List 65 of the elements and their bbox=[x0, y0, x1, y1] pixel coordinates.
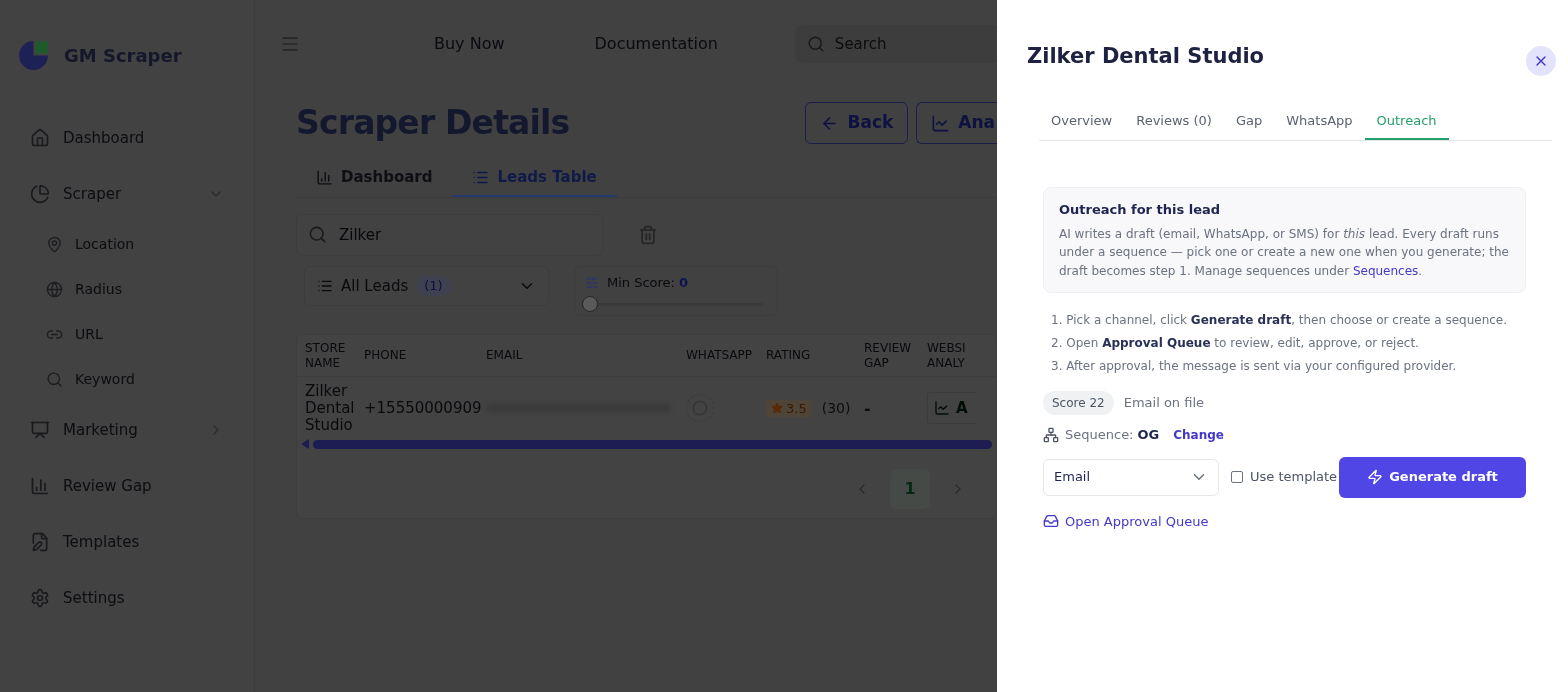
trash-icon[interactable] bbox=[638, 225, 658, 245]
page-button[interactable]: 1 bbox=[890, 469, 930, 509]
home-icon bbox=[30, 128, 50, 148]
step-text: 1. Pick a channel, click Generate draft, then choose or create a sequence. bbox=[1051, 312, 1509, 329]
column-header: REVIEW GAP bbox=[864, 340, 913, 371]
horizontal-scrollbar[interactable] bbox=[313, 439, 992, 449]
location-pin-icon bbox=[46, 236, 63, 253]
drawer-tab[interactable]: WhatsApp bbox=[1274, 104, 1365, 140]
menu-icon[interactable] bbox=[280, 34, 300, 54]
template-label: Use template bbox=[1250, 468, 1338, 487]
scroll-left-icon[interactable] bbox=[301, 439, 309, 449]
list-icon bbox=[472, 169, 490, 186]
drawer-title: Zilker Dental Studio bbox=[1027, 43, 1265, 71]
table-cell-text: +15550000909 bbox=[364, 399, 483, 417]
drawer-tab[interactable]: Gap bbox=[1223, 104, 1275, 140]
drawer-tab[interactable]: Outreach bbox=[1364, 104, 1449, 140]
bar-chart-icon bbox=[316, 169, 333, 186]
drawer-tab[interactable]: Overview bbox=[1039, 104, 1125, 140]
logo-icon bbox=[17, 38, 50, 72]
star-icon bbox=[771, 402, 783, 414]
hierarchy-icon bbox=[1043, 426, 1059, 443]
step-text: 3. After approval, the message is sent via your configured provider. bbox=[1051, 358, 1458, 375]
line-chart-icon bbox=[931, 113, 951, 133]
column-header: RATING bbox=[766, 348, 812, 363]
nav-link[interactable]: Documentation bbox=[594, 32, 718, 56]
change-link[interactable]: Change bbox=[1173, 425, 1224, 444]
nav-link[interactable]: Buy Now bbox=[434, 32, 505, 56]
list-icon bbox=[317, 278, 333, 294]
column-header: PHONE bbox=[364, 348, 408, 363]
column-header: STORE NAME bbox=[305, 340, 347, 371]
step-text: 2. Open Approval Queue to review, edit, approve, or reject. bbox=[1051, 335, 1420, 352]
contact-status: Email on file bbox=[1123, 394, 1205, 413]
table-cell-text: Zilker Dental Studio bbox=[305, 382, 356, 434]
globe-icon bbox=[46, 281, 63, 298]
analysis-button[interactable]: A bbox=[927, 392, 977, 424]
settings-icon bbox=[30, 588, 50, 608]
approval-queue-link[interactable]: Open Approval Queue bbox=[1043, 511, 1209, 531]
info-heading: Outreach for this lead bbox=[1059, 201, 1222, 219]
search-icon bbox=[46, 371, 63, 388]
sliders-icon bbox=[585, 275, 599, 290]
bar-chart-icon bbox=[30, 476, 50, 496]
search-icon bbox=[308, 225, 327, 244]
rating-count: (30) bbox=[821, 399, 851, 417]
generate-draft-button[interactable]: Generate draft bbox=[1339, 456, 1526, 498]
column-header: WEBSI ANALY bbox=[927, 340, 967, 371]
score-badge: Score 22 bbox=[1043, 391, 1114, 415]
sequence-label: Sequence: bbox=[1065, 426, 1134, 444]
line-chart-icon bbox=[934, 400, 950, 416]
inbox-icon bbox=[1043, 513, 1059, 530]
presentation-board-icon bbox=[30, 420, 50, 440]
slider-thumb[interactable] bbox=[582, 295, 598, 312]
close-button[interactable] bbox=[1526, 46, 1556, 76]
search-field[interactable]: Zilker bbox=[296, 214, 603, 256]
channel-select[interactable]: Email bbox=[1043, 458, 1219, 496]
sequence-name: OG bbox=[1137, 426, 1160, 444]
column-header: WHATSAPP bbox=[686, 348, 754, 363]
search-icon bbox=[806, 35, 825, 53]
table-cell-text: - bbox=[864, 399, 872, 417]
pie-chart-icon bbox=[30, 184, 50, 204]
lightning-icon bbox=[1367, 469, 1384, 485]
column-header: EMAIL bbox=[486, 348, 524, 363]
drawer-tab[interactable]: Reviews (0) bbox=[1124, 104, 1224, 140]
file-edit-icon bbox=[30, 532, 50, 552]
info-paragraph: AI writes a draft (email, WhatsApp, or SMS) for this lead. Every draft runs under a sequence — pick one or create a new one when you generate; the draft becomes step 1. Manage sequences under Sequences. bbox=[1059, 225, 1510, 280]
template-checkbox[interactable] bbox=[1231, 471, 1243, 483]
